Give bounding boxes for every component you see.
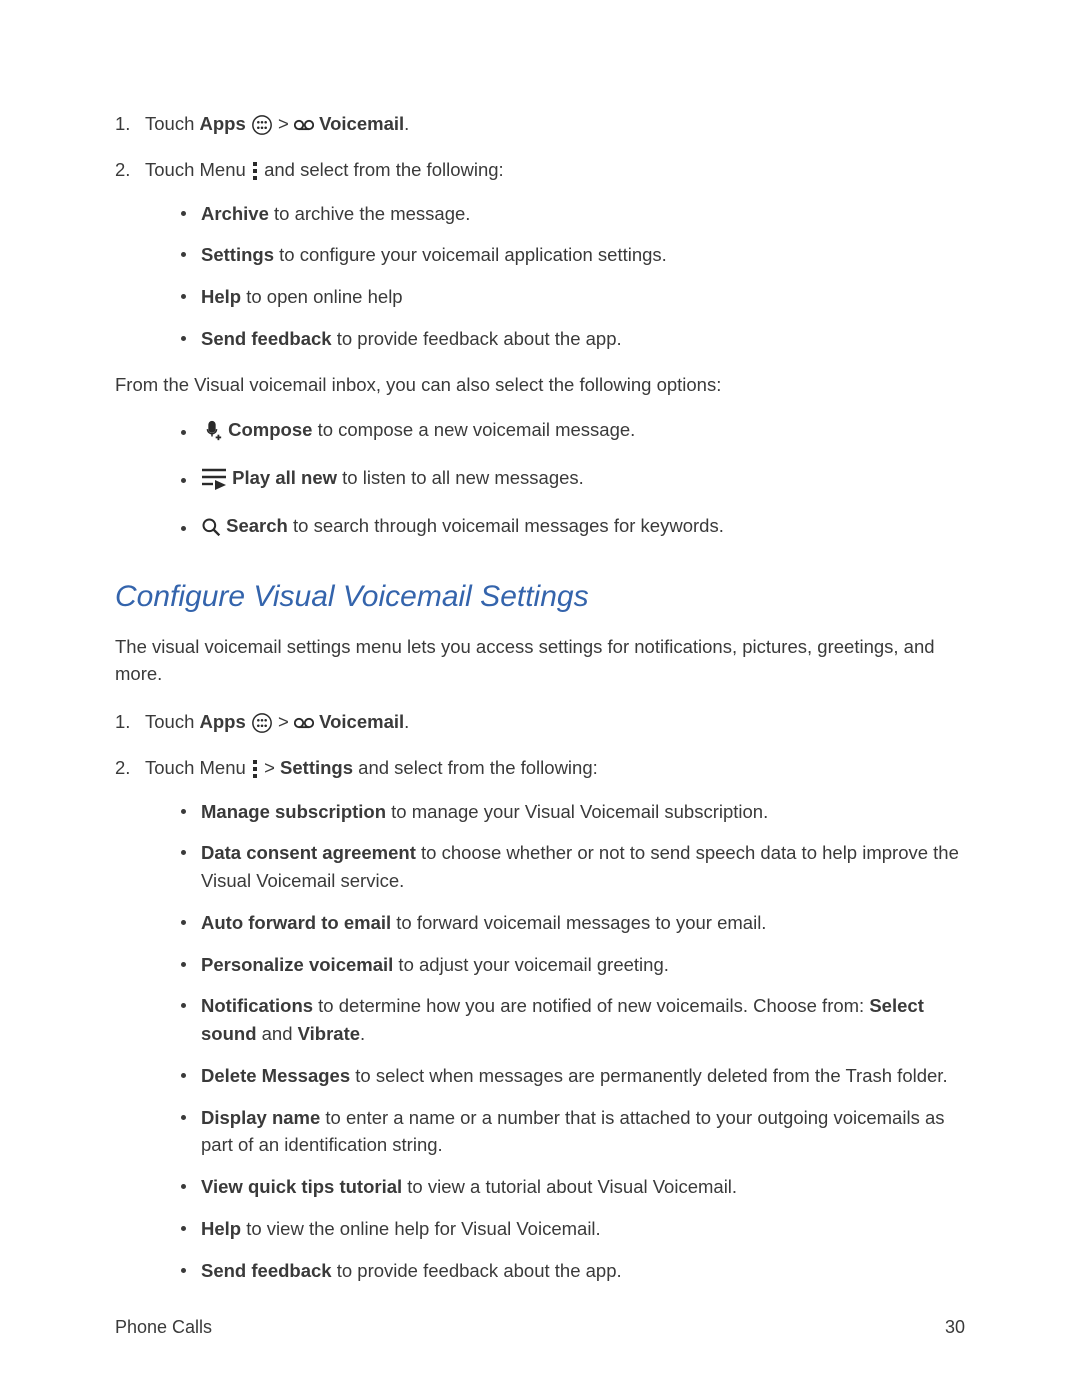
play-all-icon xyxy=(201,467,227,491)
list-item: Archive to archive the message. xyxy=(179,200,965,228)
item-bold: Help xyxy=(201,1218,241,1239)
item-bold: Auto forward to email xyxy=(201,912,391,933)
page-number: 30 xyxy=(945,1314,965,1341)
step-2: 2. Touch Menu > Settings and select from… xyxy=(115,754,965,1285)
list-item: Personalize voicemail to adjust your voi… xyxy=(179,951,965,979)
list-item: View quick tips tutorial to view a tutor… xyxy=(179,1173,965,1201)
gt: > xyxy=(273,711,294,732)
menu-items-list: Archive to archive the message. Settings… xyxy=(179,200,965,353)
item-bold: Play all new xyxy=(232,467,337,488)
gt: > xyxy=(259,757,280,778)
text: Touch Menu xyxy=(145,757,246,778)
step-1: 1. Touch Apps > Voicemail. xyxy=(115,110,965,138)
step-number: 2. xyxy=(115,156,130,184)
item-rest: to provide feedback about the app. xyxy=(332,1260,622,1281)
item-rest: to search through voicemail messages for… xyxy=(288,515,724,536)
settings-items-list: Manage subscription to manage your Visua… xyxy=(179,798,965,1285)
step-number: 2. xyxy=(115,754,130,782)
inbox-paragraph: From the Visual voicemail inbox, you can… xyxy=(115,371,965,399)
item-rest: to forward voicemail messages to your em… xyxy=(391,912,766,933)
step-2: 2. Touch Menu and select from the follow… xyxy=(115,156,965,353)
apps-label: Apps xyxy=(200,711,246,732)
item-bold: Notifications xyxy=(201,995,313,1016)
list-item: Help to open online help xyxy=(179,283,965,311)
item-bold: Send feedback xyxy=(201,328,332,349)
text: Touch xyxy=(145,113,200,134)
step-number: 1. xyxy=(115,110,130,138)
steps-list-2: 1. Touch Apps > Voicemail. 2. Touch Menu xyxy=(115,708,965,1284)
text: and select from the following: xyxy=(264,159,504,180)
item-rest: to open online help xyxy=(241,286,403,307)
item-rest: to select when messages are permanently … xyxy=(350,1065,947,1086)
item-bold: Settings xyxy=(201,244,274,265)
gt: > xyxy=(273,113,294,134)
item-rest: to view a tutorial about Visual Voicemai… xyxy=(402,1176,737,1197)
item-rest: to listen to all new messages. xyxy=(337,467,584,488)
list-item: Send feedback to provide feedback about … xyxy=(179,325,965,353)
item-bold: Help xyxy=(201,286,241,307)
list-item: Settings to configure your voicemail app… xyxy=(179,241,965,269)
item-rest: to configure your voicemail application … xyxy=(274,244,667,265)
item-rest: to archive the message. xyxy=(269,203,471,224)
compose-icon xyxy=(201,419,223,443)
list-item: Play all new to listen to all new messag… xyxy=(179,464,965,492)
text: and select from the following: xyxy=(353,757,598,778)
item-bold: View quick tips tutorial xyxy=(201,1176,402,1197)
section-heading: Configure Visual Voicemail Settings xyxy=(115,574,965,619)
search-icon xyxy=(201,517,221,537)
apps-label: Apps xyxy=(200,113,246,134)
item-bold: Personalize voicemail xyxy=(201,954,393,975)
voicemail-icon xyxy=(294,715,314,731)
step-1: 1. Touch Apps > Voicemail. xyxy=(115,708,965,736)
voicemail-label: Voicemail xyxy=(319,711,404,732)
item-bold: Manage subscription xyxy=(201,801,386,822)
settings-label: Settings xyxy=(280,757,353,778)
item-period: . xyxy=(360,1023,365,1044)
apps-grid-icon xyxy=(251,712,273,734)
item-rest: to adjust your voicemail greeting. xyxy=(393,954,669,975)
list-item: Delete Messages to select when messages … xyxy=(179,1062,965,1090)
voicemail-icon xyxy=(294,117,314,133)
item-bold: Search xyxy=(226,515,288,536)
item-bold: Archive xyxy=(201,203,269,224)
list-item: Search to search through voicemail messa… xyxy=(179,512,965,540)
item-bold: Delete Messages xyxy=(201,1065,350,1086)
list-item: Manage subscription to manage your Visua… xyxy=(179,798,965,826)
page-footer: Phone Calls 30 xyxy=(115,1314,965,1341)
list-item: Display name to enter a name or a number… xyxy=(179,1104,965,1160)
text: Touch xyxy=(145,711,200,732)
item-rest: to view the online help for Visual Voice… xyxy=(241,1218,601,1239)
list-item: Data consent agreement to choose whether… xyxy=(179,839,965,895)
step-number: 1. xyxy=(115,708,130,736)
list-item: Send feedback to provide feedback about … xyxy=(179,1257,965,1285)
menu-options-icon xyxy=(251,759,259,779)
inbox-options-list: Compose to compose a new voicemail messa… xyxy=(179,416,965,539)
voicemail-label: Voicemail xyxy=(319,113,404,134)
menu-options-icon xyxy=(251,161,259,181)
text: Touch Menu xyxy=(145,159,246,180)
list-item: Compose to compose a new voicemail messa… xyxy=(179,416,965,444)
item-bold3: Vibrate xyxy=(298,1023,360,1044)
item-and: and xyxy=(257,1023,298,1044)
item-mid: to determine how you are notified of new… xyxy=(313,995,869,1016)
list-item: Auto forward to email to forward voicema… xyxy=(179,909,965,937)
apps-grid-icon xyxy=(251,114,273,136)
item-bold: Send feedback xyxy=(201,1260,332,1281)
footer-section: Phone Calls xyxy=(115,1314,212,1341)
item-rest: to manage your Visual Voicemail subscrip… xyxy=(386,801,768,822)
period: . xyxy=(404,711,409,732)
section-intro: The visual voicemail settings menu lets … xyxy=(115,633,965,689)
list-item: Help to view the online help for Visual … xyxy=(179,1215,965,1243)
item-bold: Compose xyxy=(228,419,312,440)
period: . xyxy=(404,113,409,134)
list-item: Notifications to determine how you are n… xyxy=(179,992,965,1048)
item-bold: Display name xyxy=(201,1107,320,1128)
item-rest: to compose a new voicemail message. xyxy=(312,419,635,440)
item-rest: to provide feedback about the app. xyxy=(332,328,622,349)
steps-list-1: 1. Touch Apps > Voicemail. 2. Touch Menu xyxy=(115,110,965,353)
item-bold: Data consent agreement xyxy=(201,842,416,863)
